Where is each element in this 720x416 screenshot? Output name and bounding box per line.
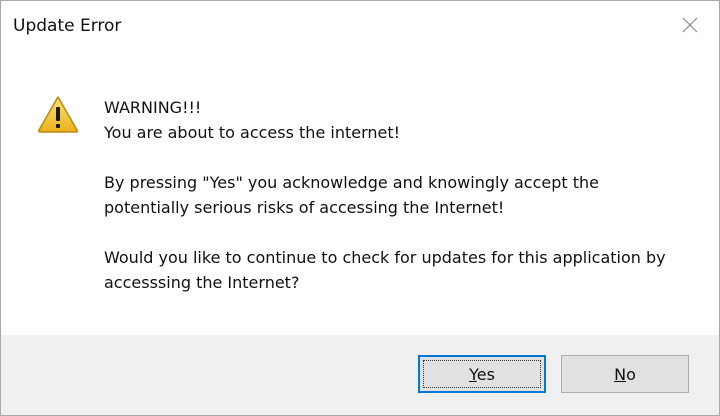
yes-button[interactable]: Yes [418,355,546,393]
title-bar[interactable]: Update Error [1,1,719,51]
warning-triangle-icon [37,95,79,133]
message-block-1: WARNING!!! You are about to access the in… [104,95,694,145]
internet-notice: You are about to access the internet! [104,123,401,142]
warning-heading: WARNING!!! [104,98,202,117]
close-icon [682,17,698,33]
no-label: No [614,364,636,384]
dialog-content: WARNING!!! You are about to access the in… [1,51,719,335]
button-bar: Yes No [1,335,719,415]
no-button[interactable]: No [561,355,689,393]
message-text: WARNING!!! You are about to access the in… [104,95,694,295]
close-button[interactable] [661,1,719,49]
window-title: Update Error [13,16,122,36]
update-error-dialog: Update Error WARNING!!! You are about to… [0,0,720,416]
focus-ring [423,360,541,388]
risk-acknowledgement: By pressing "Yes" you acknowledge and kn… [104,173,600,217]
continue-question: Would you like to continue to check for … [104,248,666,292]
